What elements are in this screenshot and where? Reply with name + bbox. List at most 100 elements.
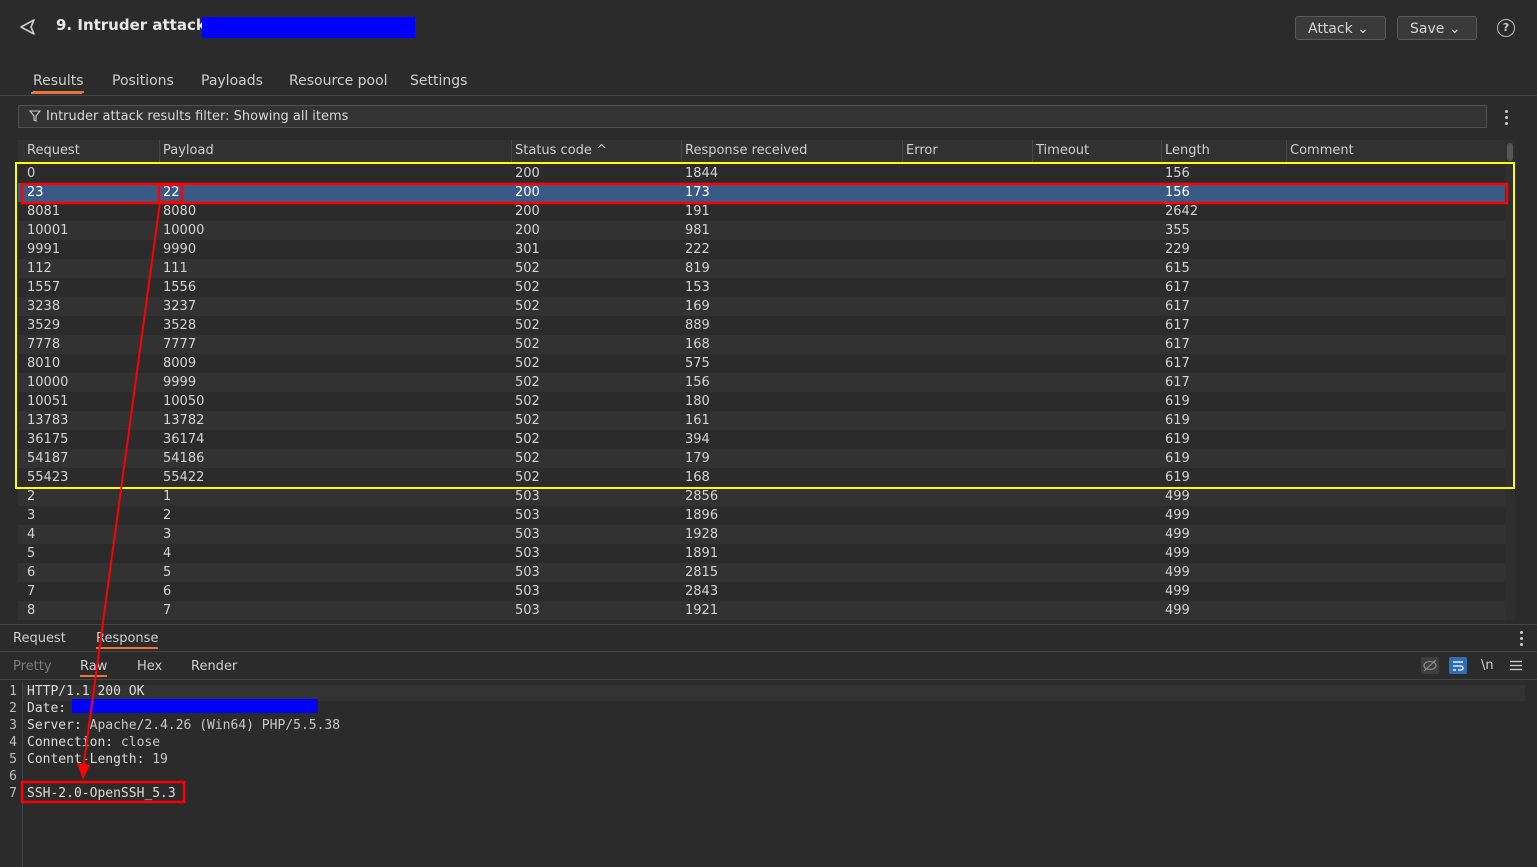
table-row[interactable]: 2 1 503 2856 499 xyxy=(18,487,1505,506)
hide-nonprintable-icon[interactable] xyxy=(1421,657,1439,674)
tab-raw[interactable]: Raw xyxy=(80,659,108,677)
cell-request: 8 xyxy=(27,603,36,618)
column-request[interactable]: Request xyxy=(27,143,80,158)
tab-response[interactable]: Response xyxy=(96,631,159,649)
cell-request: 8010 xyxy=(27,356,61,371)
tab-settings[interactable]: Settings xyxy=(410,73,467,89)
view-tabs: Pretty Raw Hex Render xyxy=(0,652,1537,680)
cell-payload: 2 xyxy=(163,508,172,523)
line-number: 4 xyxy=(9,735,17,750)
cell-status-code: 502 xyxy=(515,432,540,447)
cell-status-code: 502 xyxy=(515,261,540,276)
editor-menu-icon[interactable] xyxy=(1510,660,1522,675)
column-comment[interactable]: Comment xyxy=(1290,143,1354,158)
cell-length: 619 xyxy=(1165,394,1190,409)
save-button[interactable]: Save ⌄ xyxy=(1397,16,1477,40)
cell-length: 619 xyxy=(1165,451,1190,466)
table-row[interactable]: 36175 36174 502 394 619 xyxy=(18,430,1505,449)
table-row[interactable]: 10001 10000 200 981 355 xyxy=(18,221,1505,240)
cell-request: 112 xyxy=(27,261,52,276)
table-row[interactable]: 8081 8080 200 191 2642 xyxy=(18,202,1505,221)
help-icon[interactable]: ? xyxy=(1497,19,1515,37)
table-row[interactable]: 8010 8009 502 575 617 xyxy=(18,354,1505,373)
cell-request: 6 xyxy=(27,565,36,580)
response-line: Date: xyxy=(27,701,67,716)
column-length[interactable]: Length xyxy=(1165,143,1210,158)
tab-payloads[interactable]: Payloads xyxy=(201,73,263,89)
chevron-down-icon: ⌄ xyxy=(1357,21,1369,37)
table-header: Request Payload Status code ^ Response r… xyxy=(18,140,1505,163)
table-row[interactable]: 9991 9990 301 222 229 xyxy=(18,240,1505,259)
cell-status-code: 502 xyxy=(515,470,540,485)
table-row[interactable]: 3 2 503 1896 499 xyxy=(18,506,1505,525)
cell-status-code: 503 xyxy=(515,565,540,580)
table-row[interactable]: 55423 55422 502 168 619 xyxy=(18,468,1505,487)
back-arrow-icon[interactable] xyxy=(16,16,40,38)
tab-request[interactable]: Request xyxy=(13,631,66,646)
cell-request: 7778 xyxy=(27,337,61,352)
message-menu-kebab-icon[interactable] xyxy=(1520,631,1524,649)
response-line: Server: Apache/2.4.26 (Win64) PHP/5.5.38 xyxy=(27,718,341,733)
table-row[interactable]: 1557 1556 502 153 617 xyxy=(18,278,1505,297)
cell-response-received: 169 xyxy=(685,299,710,314)
cell-length: 2642 xyxy=(1165,204,1199,219)
results-table: Request Payload Status code ^ Response r… xyxy=(18,140,1515,620)
cell-payload: 5 xyxy=(163,565,172,580)
cell-payload: 3237 xyxy=(163,299,197,314)
show-newlines-icon[interactable]: \n xyxy=(1481,658,1494,673)
table-row[interactable]: 112 111 502 819 615 xyxy=(18,259,1505,278)
cell-request: 2 xyxy=(27,489,36,504)
line-number: 1 xyxy=(9,684,17,699)
cell-payload: 1556 xyxy=(163,280,197,295)
cell-status-code: 503 xyxy=(515,489,540,504)
cell-status-code: 503 xyxy=(515,546,540,561)
cell-status-code: 503 xyxy=(515,603,540,618)
table-row[interactable]: 23 22 200 173 156 xyxy=(18,183,1505,202)
column-response-received[interactable]: Response received xyxy=(685,143,807,158)
table-row[interactable]: 54187 54186 502 179 619 xyxy=(18,449,1505,468)
table-row[interactable]: 4 3 503 1928 499 xyxy=(18,525,1505,544)
cell-payload: 3 xyxy=(163,527,172,542)
cell-request: 36175 xyxy=(27,432,69,447)
cell-request: 54187 xyxy=(27,451,69,466)
table-scrollbar[interactable] xyxy=(1505,140,1515,620)
cell-payload: 54186 xyxy=(163,451,205,466)
table-row[interactable]: 5 4 503 1891 499 xyxy=(18,544,1505,563)
table-row[interactable]: 8 7 503 1921 499 xyxy=(18,601,1505,620)
table-scrollbar-thumb[interactable] xyxy=(1507,143,1513,161)
word-wrap-icon[interactable] xyxy=(1449,657,1467,674)
redaction-block xyxy=(72,699,318,713)
table-row[interactable]: 3238 3237 502 169 617 xyxy=(18,297,1505,316)
table-row[interactable]: 7 6 503 2843 499 xyxy=(18,582,1505,601)
table-row[interactable]: 3529 3528 502 889 617 xyxy=(18,316,1505,335)
table-row[interactable]: 10000 9999 502 156 617 xyxy=(18,373,1505,392)
tab-resource-pool[interactable]: Resource pool xyxy=(289,73,388,89)
column-payload[interactable]: Payload xyxy=(163,143,214,158)
filter-menu-kebab-icon[interactable] xyxy=(1505,110,1509,128)
cell-length: 499 xyxy=(1165,603,1190,618)
tab-positions[interactable]: Positions xyxy=(112,73,174,89)
tab-results[interactable]: Results xyxy=(33,73,84,93)
cell-length: 619 xyxy=(1165,470,1190,485)
column-error[interactable]: Error xyxy=(906,143,938,158)
table-row[interactable]: 7778 7777 502 168 617 xyxy=(18,335,1505,354)
cell-request: 10000 xyxy=(27,375,69,390)
tab-hex[interactable]: Hex xyxy=(137,659,162,674)
cell-status-code: 502 xyxy=(515,413,540,428)
line-number: 2 xyxy=(9,701,17,716)
column-status-code[interactable]: Status code ^ xyxy=(515,143,607,158)
attack-button[interactable]: Attack ⌄ xyxy=(1295,16,1386,40)
cell-request: 13783 xyxy=(27,413,69,428)
tab-pretty[interactable]: Pretty xyxy=(13,659,52,674)
table-row[interactable]: 0 200 1844 156 xyxy=(18,164,1505,183)
cell-status-code: 200 xyxy=(515,223,540,238)
message-tabs: Request Response xyxy=(0,624,1537,652)
tab-render[interactable]: Render xyxy=(191,659,237,674)
cell-length: 615 xyxy=(1165,261,1190,276)
response-line: Connection: close xyxy=(27,735,161,750)
table-row[interactable]: 6 5 503 2815 499 xyxy=(18,563,1505,582)
table-row[interactable]: 13783 13782 502 161 619 xyxy=(18,411,1505,430)
column-timeout[interactable]: Timeout xyxy=(1036,143,1089,158)
table-row[interactable]: 10051 10050 502 180 619 xyxy=(18,392,1505,411)
results-filter-bar[interactable]: Intruder attack results filter: Showing … xyxy=(18,105,1487,128)
